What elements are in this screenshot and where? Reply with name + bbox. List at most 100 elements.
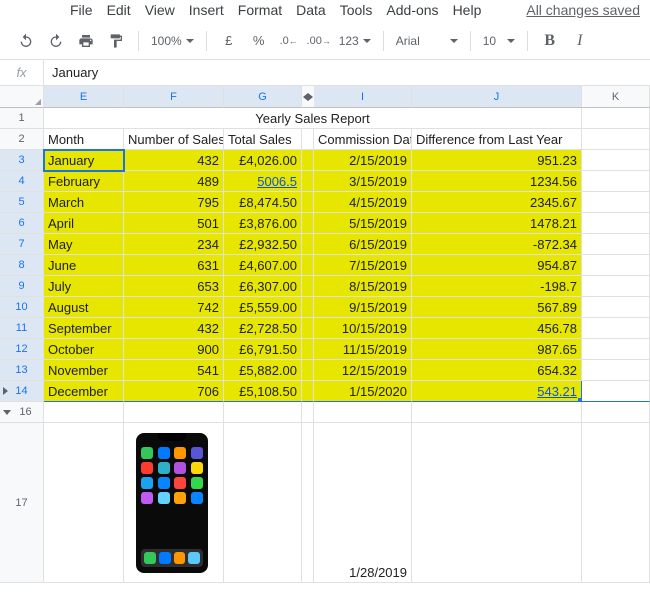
cell-gap[interactable] <box>302 213 314 234</box>
cell-commission-date[interactable]: 11/15/2019 <box>314 339 412 360</box>
col-header-j[interactable]: J <box>412 86 582 108</box>
cell[interactable] <box>582 108 650 129</box>
decrease-decimal-button[interactable]: .0← <box>275 27 303 55</box>
cell[interactable] <box>582 255 650 276</box>
cell[interactable] <box>224 402 302 423</box>
cell-total-sales[interactable]: £6,307.00 <box>224 276 302 297</box>
cell-gap[interactable] <box>302 360 314 381</box>
cell[interactable] <box>224 423 302 583</box>
cell-gap[interactable] <box>302 381 314 402</box>
cell-difference[interactable]: -872.34 <box>412 234 582 255</box>
cell-month[interactable]: September <box>44 318 124 339</box>
menu-help[interactable]: Help <box>453 2 482 18</box>
cell-month[interactable]: November <box>44 360 124 381</box>
cell-total-sales[interactable]: £5,882.00 <box>224 360 302 381</box>
cell-gap[interactable] <box>302 423 314 583</box>
cell-difference[interactable]: 1478.21 <box>412 213 582 234</box>
cell-month[interactable]: July <box>44 276 124 297</box>
cell-commission-date[interactable]: 5/15/2019 <box>314 213 412 234</box>
cell-month[interactable]: January <box>44 150 124 171</box>
cell-difference[interactable]: 543.21 <box>412 381 582 402</box>
cell-gap[interactable] <box>302 297 314 318</box>
cell[interactable] <box>582 423 650 583</box>
hidden-columns-indicator[interactable] <box>302 86 314 108</box>
cell[interactable] <box>582 192 650 213</box>
col-header-e[interactable]: E <box>44 86 124 108</box>
cell[interactable] <box>314 402 412 423</box>
row-header-11[interactable]: 11 <box>0 318 44 339</box>
paint-format-button[interactable] <box>102 27 130 55</box>
format-percent-button[interactable]: % <box>245 27 273 55</box>
header-month[interactable]: Month <box>44 129 124 150</box>
cell-gap[interactable] <box>302 171 314 192</box>
cell-num-sales[interactable]: 489 <box>124 171 224 192</box>
cell-difference[interactable]: 1234.56 <box>412 171 582 192</box>
cell[interactable] <box>582 360 650 381</box>
row-header-8[interactable]: 8 <box>0 255 44 276</box>
menu-view[interactable]: View <box>145 2 175 18</box>
font-size-dropdown[interactable]: 10 <box>479 29 519 53</box>
cell-link[interactable]: 5006.5 <box>257 174 297 189</box>
cell-commission-date[interactable]: 2/15/2019 <box>314 150 412 171</box>
cell-num-sales[interactable]: 501 <box>124 213 224 234</box>
cell[interactable] <box>44 423 124 583</box>
row-header-10[interactable]: 10 <box>0 297 44 318</box>
selection-handle[interactable] <box>578 398 582 402</box>
cell[interactable] <box>582 276 650 297</box>
cell-gap[interactable] <box>302 150 314 171</box>
col-header-i[interactable]: I <box>314 86 412 108</box>
cell[interactable] <box>582 234 650 255</box>
cell[interactable] <box>582 129 650 150</box>
cell-total-sales[interactable]: £6,791.50 <box>224 339 302 360</box>
cell-difference[interactable]: 567.89 <box>412 297 582 318</box>
cell-num-sales[interactable]: 432 <box>124 318 224 339</box>
cell-commission-date[interactable]: 6/15/2019 <box>314 234 412 255</box>
cell-gap[interactable] <box>302 234 314 255</box>
cell-total-sales[interactable]: £8,474.50 <box>224 192 302 213</box>
cell-commission-date[interactable]: 9/15/2019 <box>314 297 412 318</box>
cell[interactable] <box>582 381 650 402</box>
cell-difference[interactable]: 456.78 <box>412 318 582 339</box>
cell-gap[interactable] <box>302 402 314 423</box>
row-header-17[interactable]: 17 <box>0 423 44 583</box>
zoom-dropdown[interactable]: 100% <box>147 29 198 53</box>
more-formats-dropdown[interactable]: 123 <box>335 29 375 53</box>
cell-total-sales[interactable]: £3,876.00 <box>224 213 302 234</box>
redo-button[interactable] <box>42 27 70 55</box>
row-header-9[interactable]: 9 <box>0 276 44 297</box>
col-header-g[interactable]: G <box>224 86 302 108</box>
cell-extra-date[interactable]: 1/28/2019 <box>314 423 412 583</box>
cell[interactable] <box>582 297 650 318</box>
cell[interactable] <box>582 318 650 339</box>
cell-num-sales[interactable]: 653 <box>124 276 224 297</box>
cell-month[interactable]: June <box>44 255 124 276</box>
cell[interactable] <box>582 339 650 360</box>
font-family-dropdown[interactable]: Arial <box>392 29 462 53</box>
cell[interactable] <box>44 402 124 423</box>
cell-num-sales[interactable]: 432 <box>124 150 224 171</box>
cell-commission-date[interactable]: 10/15/2019 <box>314 318 412 339</box>
cell[interactable] <box>582 150 650 171</box>
cell-total-sales[interactable]: £4,607.00 <box>224 255 302 276</box>
cell-total-sales[interactable]: 5006.5 <box>224 171 302 192</box>
cell-gap[interactable] <box>302 318 314 339</box>
cell-total-sales[interactable]: £5,559.00 <box>224 297 302 318</box>
menu-tools[interactable]: Tools <box>340 2 373 18</box>
cell-difference[interactable]: 2345.67 <box>412 192 582 213</box>
row-header-3[interactable]: 3 <box>0 150 44 171</box>
menu-edit[interactable]: Edit <box>107 2 131 18</box>
row-header-5[interactable]: 5 <box>0 192 44 213</box>
cell-link[interactable]: 543.21 <box>537 384 577 399</box>
cell-commission-date[interactable]: 8/15/2019 <box>314 276 412 297</box>
undo-button[interactable] <box>12 27 40 55</box>
cell-gap[interactable] <box>302 276 314 297</box>
cell-commission-date[interactable]: 4/15/2019 <box>314 192 412 213</box>
cell-num-sales[interactable]: 742 <box>124 297 224 318</box>
cell-total-sales[interactable]: £5,108.50 <box>224 381 302 402</box>
cell-commission-date[interactable]: 7/15/2019 <box>314 255 412 276</box>
row-header-6[interactable]: 6 <box>0 213 44 234</box>
cell-difference[interactable]: 954.87 <box>412 255 582 276</box>
cell-gap[interactable] <box>302 255 314 276</box>
cell-month[interactable]: February <box>44 171 124 192</box>
header-difference[interactable]: Difference from Last Year <box>412 129 582 150</box>
